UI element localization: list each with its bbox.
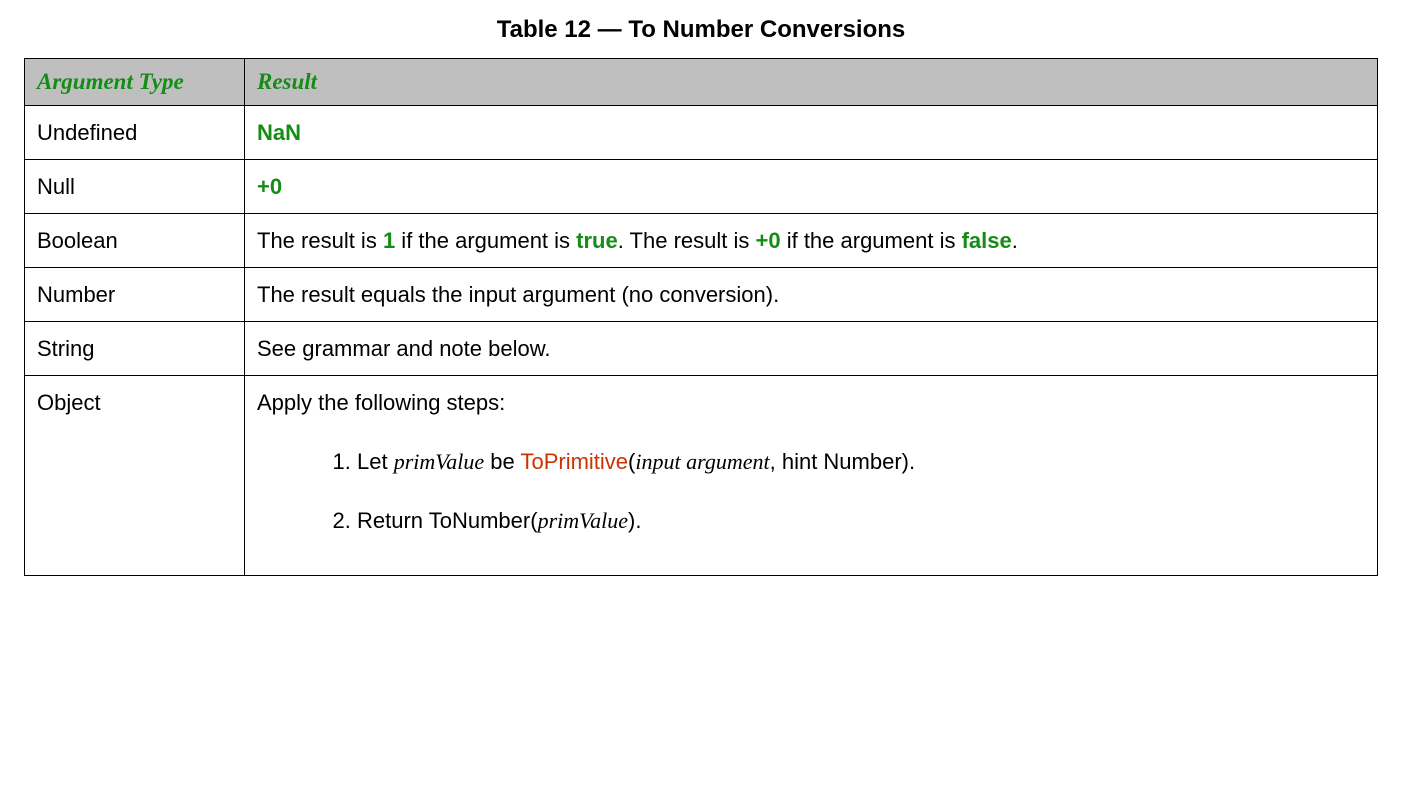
spec-var-primvalue: primValue: [538, 508, 628, 533]
table-row: Null +0: [25, 160, 1378, 214]
text-segment: .: [1012, 228, 1018, 253]
value-plus-zero: +0: [756, 228, 781, 253]
result-number: The result equals the input argument (no…: [245, 268, 1378, 322]
object-step-1: Let primValue be ToPrimitive(input argum…: [357, 447, 1365, 478]
conversion-table: Argument Type Result Undefined NaN Null …: [24, 58, 1378, 576]
table-row: Number The result equals the input argum…: [25, 268, 1378, 322]
arg-undefined: Undefined: [25, 106, 245, 160]
value-true: true: [576, 228, 618, 253]
result-null: +0: [245, 160, 1378, 214]
text-segment: be: [484, 449, 520, 474]
value-nan: NaN: [257, 120, 301, 145]
header-result: Result: [245, 59, 1378, 106]
arg-object: Object: [25, 376, 245, 576]
text-segment: , hint Number).: [770, 449, 916, 474]
header-argument-type: Argument Type: [25, 59, 245, 106]
spec-var-primvalue: primValue: [394, 449, 484, 474]
result-object: Apply the following steps: Let primValue…: [245, 376, 1378, 576]
result-undefined: NaN: [245, 106, 1378, 160]
text-segment: if the argument is: [781, 228, 962, 253]
table-caption: Table 12 — To Number Conversions: [24, 16, 1378, 44]
text-segment: The result is: [257, 228, 383, 253]
result-boolean: The result is 1 if the argument is true.…: [245, 214, 1378, 268]
object-steps-list: Let primValue be ToPrimitive(input argum…: [257, 447, 1365, 537]
text-segment: if the argument is: [395, 228, 576, 253]
table-row: String See grammar and note below.: [25, 322, 1378, 376]
value-one: 1: [383, 228, 395, 253]
value-plus-zero: +0: [257, 174, 282, 199]
text-segment: Let: [357, 449, 394, 474]
arg-boolean: Boolean: [25, 214, 245, 268]
arg-number: Number: [25, 268, 245, 322]
value-false: false: [962, 228, 1012, 253]
spec-op-toprimitive: ToPrimitive: [520, 449, 628, 474]
result-string: See grammar and note below.: [245, 322, 1378, 376]
table-row: Undefined NaN: [25, 106, 1378, 160]
arg-string: String: [25, 322, 245, 376]
table-header-row: Argument Type Result: [25, 59, 1378, 106]
text-segment: . The result is: [618, 228, 756, 253]
spec-var-input-argument: input argument: [635, 449, 769, 474]
object-step-2: Return ToNumber(primValue).: [357, 506, 1365, 537]
table-row: Object Apply the following steps: Let pr…: [25, 376, 1378, 576]
table-row: Boolean The result is 1 if the argument …: [25, 214, 1378, 268]
object-intro: Apply the following steps:: [257, 390, 505, 415]
text-segment: Return ToNumber(: [357, 508, 538, 533]
arg-null: Null: [25, 160, 245, 214]
text-segment: ).: [628, 508, 641, 533]
